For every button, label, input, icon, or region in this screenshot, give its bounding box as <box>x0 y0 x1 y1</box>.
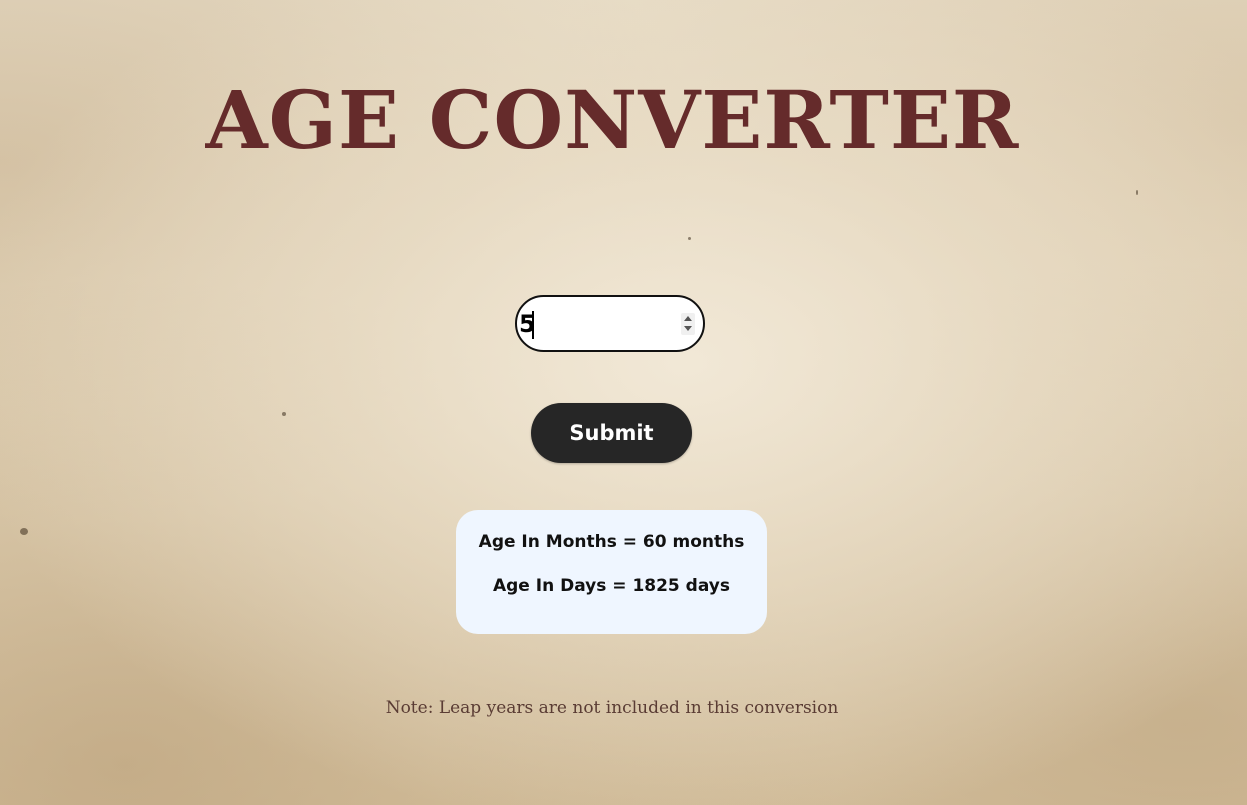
number-spinner[interactable] <box>681 313 695 335</box>
page-title: AGE CONVERTER <box>205 73 1020 167</box>
leap-year-note: Note: Leap years are not included in thi… <box>385 698 839 718</box>
spin-down-icon[interactable] <box>684 326 692 331</box>
age-in-months-result: Age In Months = 60 months <box>478 532 745 552</box>
paper-speck <box>20 528 28 535</box>
result-panel: Age In Months = 60 months Age In Days = … <box>456 510 767 634</box>
paper-speck <box>282 412 286 416</box>
age-input-container[interactable] <box>515 295 705 352</box>
text-caret <box>532 311 534 339</box>
paper-speck <box>688 237 691 240</box>
paper-speck <box>1136 190 1138 195</box>
submit-button[interactable]: Submit <box>531 403 692 463</box>
spin-up-icon[interactable] <box>684 316 692 321</box>
age-in-days-result: Age In Days = 1825 days <box>492 576 730 596</box>
age-input[interactable] <box>519 309 669 339</box>
